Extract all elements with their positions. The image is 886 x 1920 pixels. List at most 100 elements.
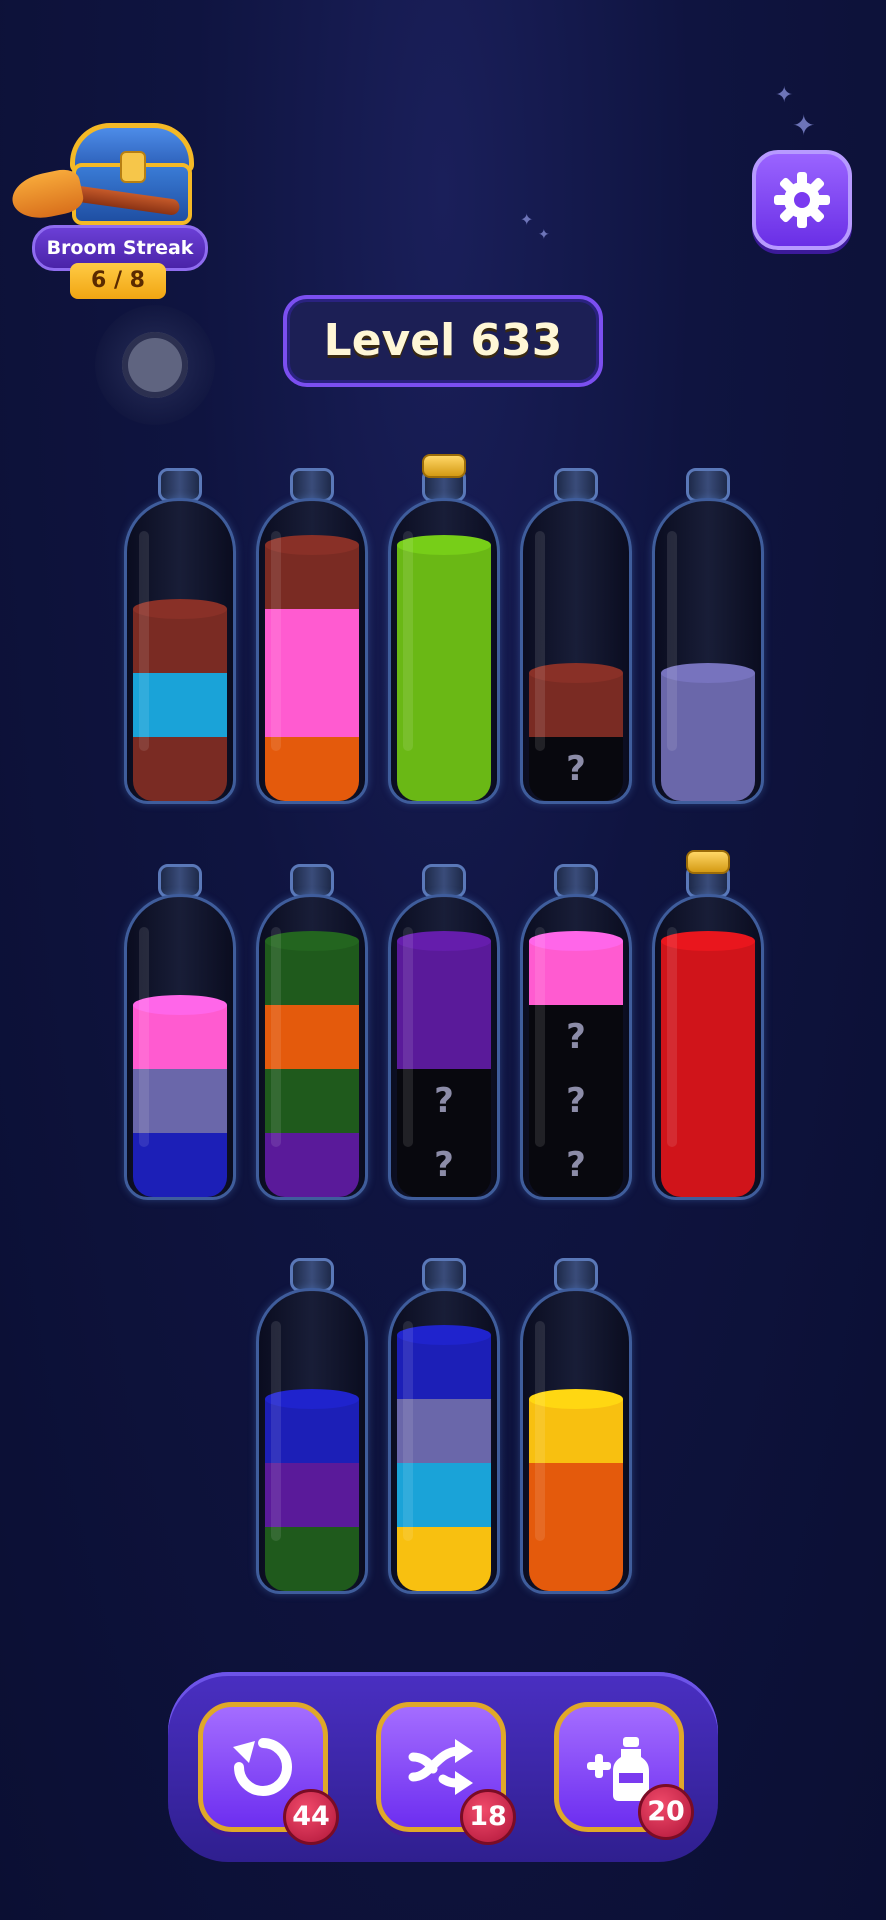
liquid-layer-navy	[265, 1389, 359, 1463]
bottle-glass	[256, 894, 368, 1200]
liquid-layer-forest	[265, 1069, 359, 1133]
liquid-layer-maroon	[265, 535, 359, 609]
bottle-neck	[158, 864, 202, 898]
hidden-layer-marker: ?	[566, 749, 586, 789]
liquid-layer-cyan	[133, 673, 227, 737]
liquid-layer-yellow	[397, 1527, 491, 1591]
liquid-layer-hidden: ?	[397, 1133, 491, 1197]
liquid-layer-lime	[397, 673, 491, 737]
bottle-glass	[388, 498, 500, 804]
liquid-layer-orange	[265, 1005, 359, 1069]
liquid-layer-purple	[397, 1005, 491, 1069]
bottle-11[interactable]	[256, 1258, 368, 1594]
liquid-surface	[265, 1389, 359, 1409]
streak-count: 6 / 8	[70, 263, 166, 299]
liquid-layer-maroon	[133, 599, 227, 673]
bottle-glass	[124, 894, 236, 1200]
cork-icon	[686, 850, 730, 874]
bottle-9[interactable]: ???	[520, 864, 632, 1200]
liquid-layer-orange	[529, 1463, 623, 1527]
shuffle-count-badge: 18	[460, 1789, 516, 1845]
liquid-layer-cyan	[397, 1463, 491, 1527]
broom-streak-badge[interactable]: Broom Streak 6 / 8	[8, 115, 210, 305]
bottle-neck	[290, 468, 334, 502]
bottle-glass	[388, 1288, 500, 1594]
joystick-knob[interactable]	[122, 332, 188, 398]
bottle-glass	[652, 498, 764, 804]
lock-icon	[120, 151, 146, 183]
liquid-layer-purple	[265, 1463, 359, 1527]
bottle-neck	[686, 468, 730, 502]
bottle-glass	[520, 1288, 632, 1594]
bottle-6[interactable]	[124, 864, 236, 1200]
liquid-layer-navy	[397, 1325, 491, 1399]
liquid-layer-pink	[529, 931, 623, 1005]
bottle-neck	[290, 1258, 334, 1292]
liquid-layer-purple	[397, 931, 491, 1005]
liquid-layer-lavender	[661, 663, 755, 737]
liquid-surface	[661, 663, 755, 683]
bottle-glass	[124, 498, 236, 804]
liquid-layer-pink	[265, 673, 359, 737]
level-title: Level 633	[283, 295, 603, 387]
liquid-surface	[265, 535, 359, 555]
liquid-layer-maroon	[133, 737, 227, 801]
liquid-layer-lavender	[397, 1399, 491, 1463]
liquid-layer-pink	[133, 995, 227, 1069]
bottle-glass: ?	[520, 498, 632, 804]
hidden-layer-marker: ?	[566, 1145, 586, 1185]
sparkle-icon: ✦	[520, 210, 534, 229]
gear-icon	[774, 172, 830, 228]
bottle-glass	[256, 498, 368, 804]
liquid-surface	[397, 535, 491, 555]
bottle-10[interactable]	[652, 850, 764, 1200]
hidden-layer-marker: ?	[566, 1017, 586, 1057]
bottle-8[interactable]: ??	[388, 864, 500, 1200]
bottle-2[interactable]	[256, 468, 368, 804]
bottle-12[interactable]	[388, 1258, 500, 1594]
joystick-control[interactable]	[95, 305, 215, 425]
liquid-layer-lime	[397, 737, 491, 801]
bottle-neck	[422, 864, 466, 898]
bottle-glass	[652, 894, 764, 1200]
sparkle-icon: ✦	[792, 109, 816, 142]
liquid-layer-red	[661, 1133, 755, 1197]
liquid-surface	[133, 995, 227, 1015]
sparkle-icon: ✦	[775, 83, 794, 108]
powerup-toolbar: 44 18 20	[168, 1672, 718, 1862]
liquid-layer-hidden: ?	[397, 1069, 491, 1133]
liquid-surface	[661, 931, 755, 951]
liquid-layer-navy	[133, 1133, 227, 1197]
bottle-3[interactable]	[388, 454, 500, 804]
liquid-layer-forest	[265, 1527, 359, 1591]
bottle-glass: ???	[520, 894, 632, 1200]
undo-count-badge: 44	[283, 1789, 339, 1845]
liquid-layer-maroon	[529, 663, 623, 737]
liquid-layer-forest	[265, 931, 359, 1005]
liquid-surface	[397, 931, 491, 951]
bottle-neck	[422, 1258, 466, 1292]
bottle-1[interactable]	[124, 468, 236, 804]
bottle-glass	[256, 1288, 368, 1594]
liquid-layer-lavender	[661, 737, 755, 801]
liquid-layer-lime	[397, 535, 491, 609]
bottle-neck	[554, 468, 598, 502]
liquid-layer-orange	[265, 737, 359, 801]
liquid-surface	[397, 1325, 491, 1345]
bottle-7[interactable]	[256, 864, 368, 1200]
liquid-surface	[133, 599, 227, 619]
settings-button[interactable]	[752, 150, 852, 250]
cork-icon	[422, 454, 466, 478]
bottle-5[interactable]	[652, 468, 764, 804]
liquid-layer-lavender	[133, 1069, 227, 1133]
add-bottle-count-badge: 20	[638, 1784, 694, 1840]
liquid-layer-lime	[397, 609, 491, 673]
liquid-layer-yellow	[529, 1389, 623, 1463]
liquid-surface	[529, 663, 623, 683]
undo-icon	[233, 1738, 292, 1796]
bottle-13[interactable]	[520, 1258, 632, 1594]
liquid-layer-purple	[265, 1133, 359, 1197]
bottle-4[interactable]: ?	[520, 468, 632, 804]
bottle-neck	[554, 864, 598, 898]
liquid-layer-hidden: ?	[529, 1005, 623, 1069]
